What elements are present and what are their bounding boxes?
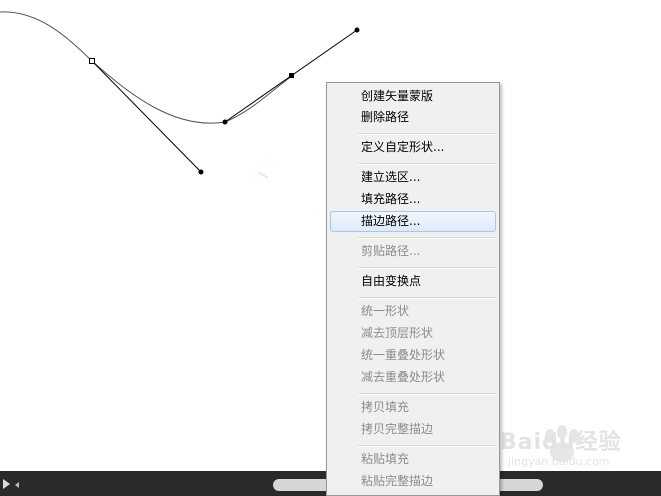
menu-item-label: 粘贴填充 (361, 452, 410, 466)
menu-separator (358, 445, 497, 447)
curve-path[interactable] (0, 11, 293, 124)
menu-item-label: 自由变换点 (361, 274, 422, 288)
menu-item-label: 统一重叠处形状 (361, 348, 446, 362)
play-right-icon[interactable] (3, 479, 10, 489)
menu-item-fill-path[interactable]: 填充路径... (330, 189, 496, 210)
menu-separator (358, 237, 497, 239)
menu-item-clipping-path[interactable]: 剪贴路径... (330, 241, 496, 262)
menu-separator (358, 267, 497, 269)
menu-item-unite-shapes[interactable]: 统一形状 (330, 301, 496, 322)
path-context-menu: 创建矢量蒙版 删除路径 定义自定形状... 建立选区... 填充路径... 描边… (326, 82, 500, 496)
menu-item-subtract-front-shape[interactable]: 减去顶层形状 (330, 323, 496, 344)
control-handle-bottom[interactable] (198, 169, 204, 175)
anchor-point-selected[interactable] (289, 73, 294, 78)
menu-separator (358, 393, 497, 395)
menu-item-label: 填充路径... (361, 192, 421, 206)
cursor-mark (257, 171, 269, 179)
menu-item-copy-complete-stroke[interactable]: 拷贝完整描边 (330, 419, 496, 440)
menu-item-paste-fill[interactable]: 粘贴填充 (330, 449, 496, 470)
menu-item-create-vector-mask[interactable]: 创建矢量蒙版 (330, 86, 496, 107)
menu-item-label: 减去重叠处形状 (361, 370, 446, 384)
scroll-left-icon[interactable] (15, 482, 19, 488)
watermark-url: jingyan.baidu.com (508, 455, 610, 468)
menu-item-make-selection[interactable]: 建立选区... (330, 167, 496, 188)
menu-item-paste-complete-stroke[interactable]: 粘贴完整描边 (330, 471, 496, 492)
menu-item-label: 删除路径 (361, 110, 410, 124)
anchor-point-hollow[interactable] (89, 58, 95, 64)
watermark-text: Baidu经验 (500, 430, 622, 455)
direction-line-left (91, 60, 202, 173)
menu-item-intersect-shapes[interactable]: 统一重叠处形状 (330, 345, 496, 366)
menu-separator (358, 133, 497, 135)
menu-item-label: 拷贝完整描边 (361, 422, 434, 436)
menu-item-label: 剪贴路径... (361, 244, 421, 258)
menu-item-label: 创建矢量蒙版 (361, 89, 434, 103)
menu-item-label: 描边路径... (361, 214, 421, 228)
menu-item-label: 拷贝填充 (361, 400, 410, 414)
menu-item-label: 统一形状 (361, 304, 410, 318)
menu-separator (358, 297, 497, 299)
menu-item-label: 减去顶层形状 (361, 326, 434, 340)
control-handle-top[interactable] (354, 27, 360, 33)
menu-item-define-custom-shape[interactable]: 定义自定形状... (330, 137, 496, 158)
menu-item-delete-path[interactable]: 删除路径 (330, 107, 496, 128)
menu-item-exclude-overlapping-shapes[interactable]: 减去重叠处形状 (330, 367, 496, 388)
control-handle-middle[interactable] (222, 119, 228, 125)
menu-item-copy-fill[interactable]: 拷贝填充 (330, 397, 496, 418)
menu-separator (358, 163, 497, 165)
menu-item-stroke-path[interactable]: 描边路径... (330, 211, 496, 232)
menu-item-free-transform-points[interactable]: 自由变换点 (330, 271, 496, 292)
menu-item-label: 建立选区... (361, 170, 421, 184)
menu-item-label: 粘贴完整描边 (361, 474, 434, 488)
menu-item-label: 定义自定形状... (361, 140, 445, 154)
